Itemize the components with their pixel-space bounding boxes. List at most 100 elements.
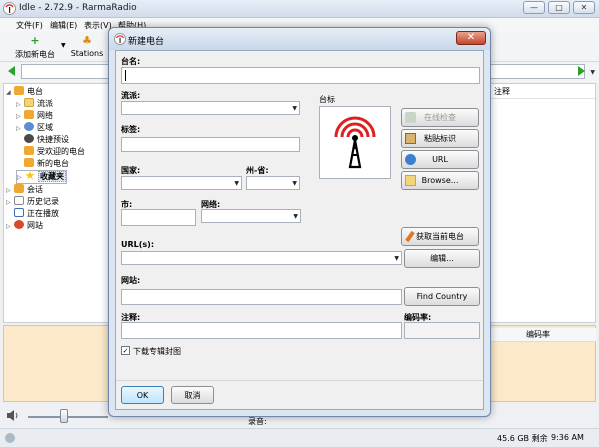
menu-view[interactable]: 表示(V) [84, 20, 112, 31]
menu-file[interactable]: 文件(F) [16, 20, 43, 31]
folder-icon [405, 175, 416, 186]
plus-icon: + [30, 34, 40, 47]
status-bar: 45.6 GB 剩余 9:36 AM [0, 428, 599, 447]
download-covers-label: 下载专辑封图 [133, 347, 181, 356]
genre-label: 流派: [121, 91, 141, 100]
stations-icon: ♣ [82, 34, 92, 47]
urls-select[interactable]: ▼ [121, 251, 402, 265]
dialog-radio-icon [114, 33, 126, 45]
notes-input[interactable] [121, 322, 402, 339]
app-radio-icon [3, 2, 16, 15]
ok-button[interactable]: OK [121, 386, 164, 404]
minimize-button[interactable]: — [523, 1, 545, 14]
tree-item-popular[interactable]: 受欢迎的电台 [16, 146, 85, 158]
close-window-button[interactable]: ✕ [573, 1, 595, 14]
edit-urls-button[interactable]: 编辑... [404, 249, 480, 268]
paste-logo-button[interactable]: 粘贴标识 [401, 129, 479, 148]
logo-preview [319, 106, 391, 179]
country-select[interactable]: ▼ [121, 176, 242, 190]
new-icon [24, 158, 34, 167]
country-label: 国家: [121, 166, 141, 175]
website-input[interactable] [121, 289, 402, 305]
urls-label: URL(s): [121, 240, 155, 249]
pencil-icon [405, 230, 415, 243]
radio-folder-icon [14, 86, 24, 95]
tree-item-stations[interactable]: ◢ 电台 [6, 86, 43, 98]
address-dropdown-icon[interactable]: ▼ [590, 69, 595, 76]
collapse-icon[interactable]: ◢ [6, 87, 14, 99]
notes-column-header[interactable]: 注释 [491, 86, 595, 99]
stations-button[interactable]: ♣ Stations [70, 34, 104, 59]
add-station-dropdown-icon[interactable]: ▼ [61, 42, 66, 49]
forward-arrow-icon[interactable] [578, 66, 585, 76]
tree-item-presets[interactable]: 快捷预设 [16, 134, 69, 146]
clipboard-icon [405, 133, 416, 144]
dialog-close-button[interactable]: ✕ [456, 31, 486, 45]
globe-icon [24, 122, 34, 131]
status-icon [5, 433, 15, 443]
maximize-button[interactable]: □ [548, 1, 570, 14]
cancel-button[interactable]: 取消 [171, 386, 214, 404]
tree-item-history[interactable]: ▷ 历史记录 [6, 196, 59, 208]
bitrate-input[interactable] [404, 322, 480, 339]
dialog-title-bar: 新建电台 ✕ [109, 28, 490, 50]
find-country-button[interactable]: Find Country [404, 287, 480, 306]
tree-item-new[interactable]: 新的电台 [16, 158, 69, 170]
volume-slider[interactable] [60, 409, 68, 423]
network-icon [24, 110, 34, 119]
tree-item-region[interactable]: ▷ 区域 [16, 122, 53, 134]
add-station-label: 添加新电台 [15, 50, 55, 59]
online-check-icon [405, 112, 416, 123]
state-label: 州-省: [246, 166, 269, 175]
tags-label: 标签: [121, 125, 141, 134]
speaker-icon[interactable] [6, 409, 20, 422]
volume-track[interactable] [28, 416, 108, 418]
disk-space-label: 45.6 GB 剩余 [497, 434, 548, 443]
popular-icon [24, 146, 34, 155]
dialog-separator [116, 380, 483, 381]
globe-icon [405, 154, 416, 165]
network-select[interactable]: ▼ [201, 209, 301, 223]
menu-edit[interactable]: 编辑(E) [50, 20, 77, 31]
city-input[interactable] [121, 209, 196, 226]
tree-item-sessions[interactable]: ▷ 会话 [6, 184, 43, 196]
session-icon [14, 184, 24, 193]
now-playing-icon [14, 208, 24, 217]
folder-icon [24, 98, 34, 107]
add-station-button[interactable]: + 添加新电台 [12, 35, 58, 60]
back-arrow-icon[interactable] [8, 66, 15, 76]
url-button[interactable]: URL [401, 150, 479, 169]
logo-label: 台标 [319, 95, 335, 104]
web-icon [14, 220, 24, 229]
dialog-body: 台名: 流派: ▼ 台标 在线检查 粘贴标识 URL Browse... 获取当… [115, 50, 484, 410]
clock-label: 9:36 AM [551, 433, 584, 442]
get-current-station-button[interactable]: 获取当前电台 [401, 227, 479, 246]
expand-icon[interactable]: ▷ [17, 172, 25, 184]
bitrate-column-header[interactable]: 编码率 [490, 328, 596, 342]
station-tree: ◢ 电台 ▷ 流派 ▷ 网络 ▷ 区域 快捷预设 受欢迎的电台 新的电台 ▷ 收藏夹 ▷ 会… [3, 83, 111, 323]
name-input[interactable] [121, 67, 480, 84]
website-label: 网站: [121, 276, 141, 285]
radio-tower-logo-icon [334, 116, 376, 169]
genre-select[interactable]: ▼ [121, 101, 300, 115]
tree-item-now-playing[interactable]: 正在播放 [6, 208, 59, 220]
online-check-button[interactable]: 在线检查 [401, 108, 479, 127]
star-icon [25, 171, 35, 180]
title-bar: Idle - 2.72.9 - RarmaRadio — □ ✕ [0, 0, 599, 18]
text-cursor [125, 70, 126, 81]
tree-item-genre[interactable]: ▷ 流派 [16, 98, 53, 110]
browse-button[interactable]: Browse... [401, 171, 479, 190]
expand-icon[interactable]: ▷ [6, 221, 14, 233]
tree-item-network[interactable]: ▷ 网络 [16, 110, 53, 122]
dialog-title: 新建电台 [128, 37, 165, 47]
station-list-panel: 注释 [490, 83, 596, 323]
name-label: 台名: [121, 57, 141, 66]
history-icon [14, 196, 24, 205]
tags-input[interactable] [121, 137, 300, 152]
state-select[interactable]: ▼ [246, 176, 300, 190]
record-label: 录音: [248, 417, 267, 426]
download-covers-checkbox[interactable]: ✓ [121, 346, 130, 355]
preset-icon [24, 134, 34, 143]
tree-item-websites[interactable]: ▷ 网站 [6, 220, 43, 232]
tree-item-favorites[interactable]: ▷ 收藏夹 [16, 170, 67, 184]
